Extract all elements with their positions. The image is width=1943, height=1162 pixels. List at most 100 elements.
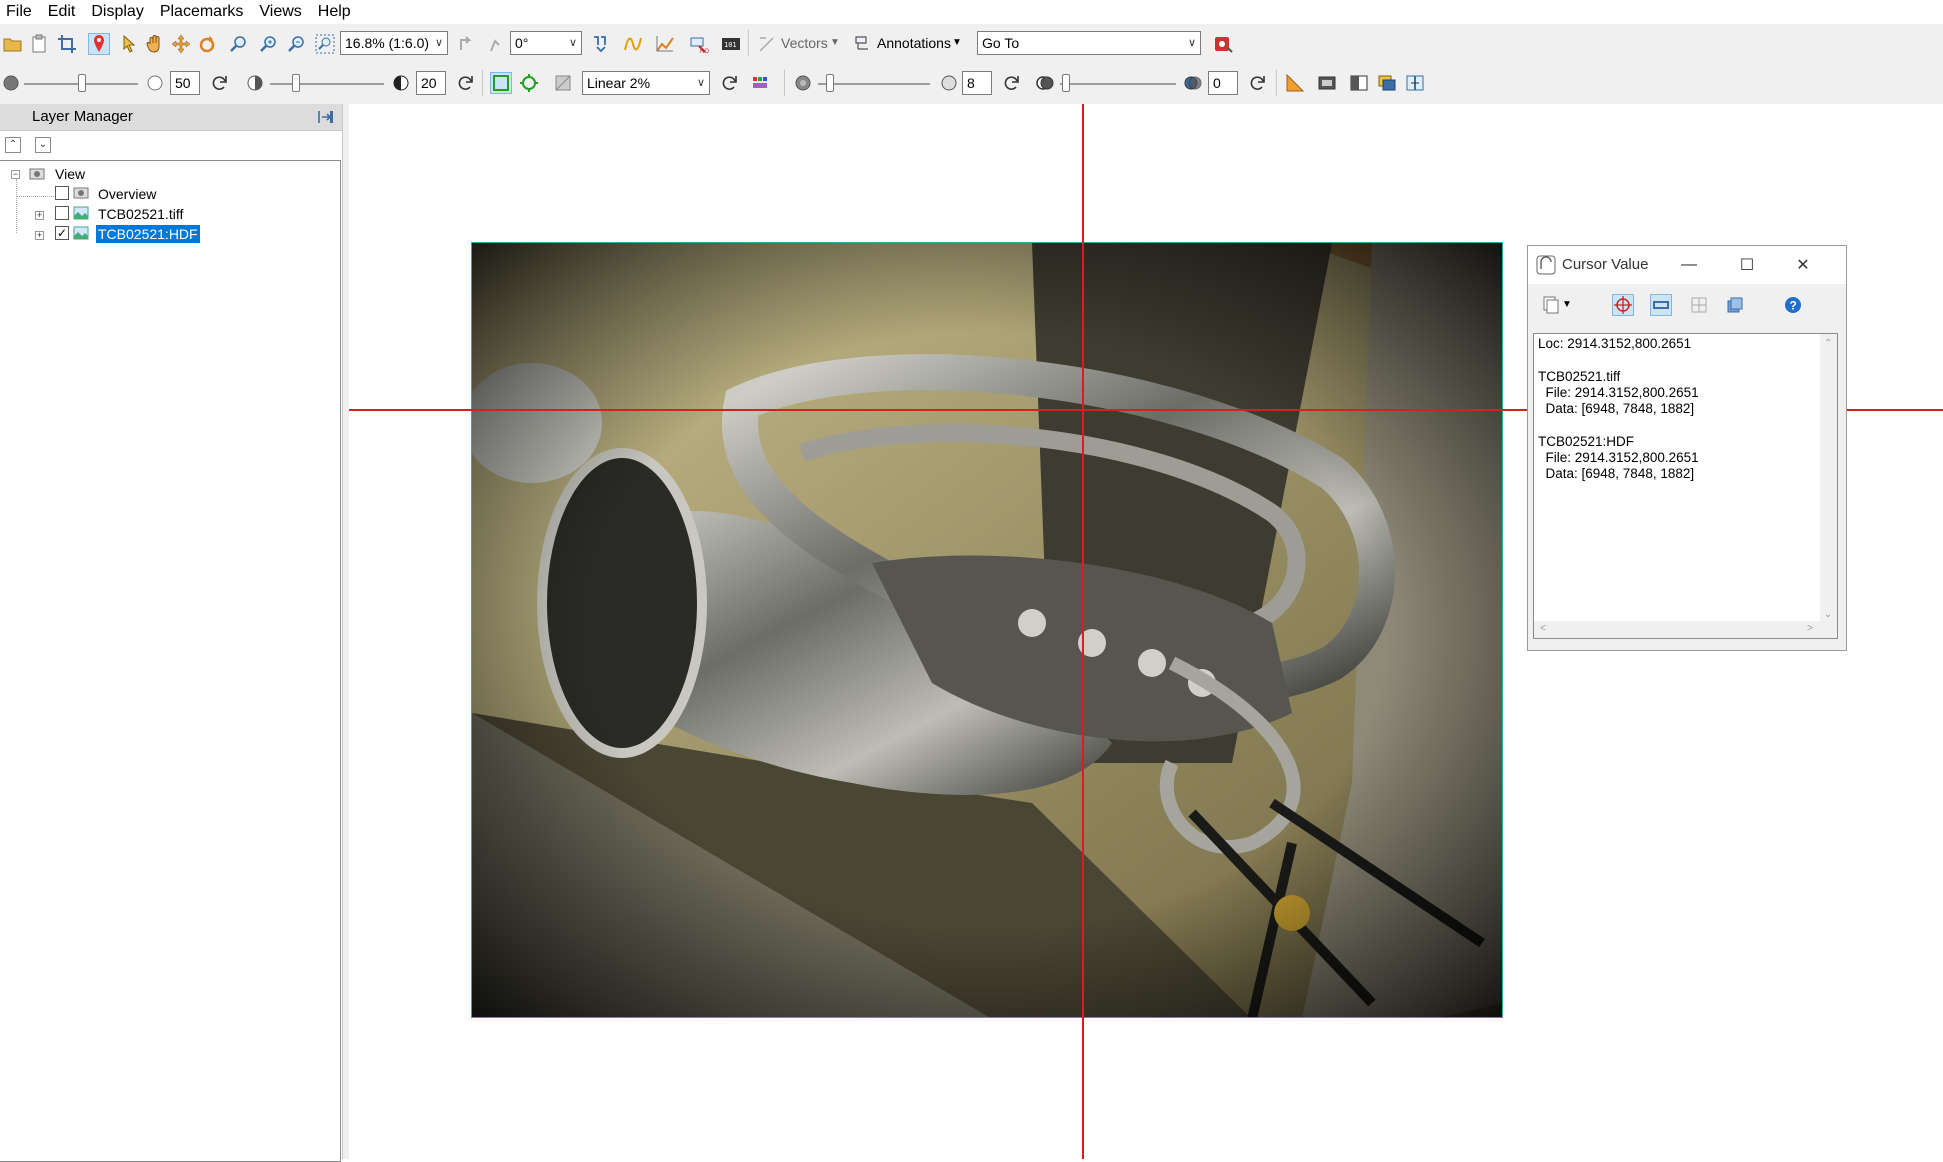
pin-icon[interactable]: [316, 107, 336, 127]
tiff-checkbox[interactable]: [55, 206, 69, 220]
svg-text:?: ?: [1790, 299, 1797, 313]
menu-views[interactable]: Views: [251, 0, 309, 24]
zoom-extent-icon[interactable]: [314, 33, 336, 55]
cursor-value-titlebar[interactable]: Cursor Value — ☐ ✕: [1528, 246, 1846, 284]
copy-icon[interactable]: [1540, 294, 1562, 316]
cursor-value-text[interactable]: Loc: 2914.3152,800.2651 TCB02521.tiff Fi…: [1533, 333, 1838, 639]
contrast-value[interactable]: 20: [416, 71, 446, 95]
cursor-value-icon[interactable]: [590, 33, 612, 55]
reset-transparency-icon[interactable]: [1246, 72, 1268, 94]
zoom-out-icon[interactable]: [286, 33, 308, 55]
layers-icon[interactable]: [1724, 294, 1746, 316]
maximize-icon[interactable]: ☐: [1724, 246, 1770, 284]
expand-all-icon[interactable]: ⌄: [35, 137, 51, 153]
view-extent-stretch-icon[interactable]: [518, 72, 540, 94]
rotation-select[interactable]: 0° ∨: [510, 31, 582, 55]
menu-placemarks[interactable]: Placemarks: [152, 0, 252, 24]
menu-help[interactable]: Help: [310, 0, 359, 24]
move-icon[interactable]: [170, 33, 192, 55]
layer-overview[interactable]: Overview: [96, 185, 158, 203]
pan-hand-icon[interactable]: [144, 33, 166, 55]
contrast-slider[interactable]: [270, 83, 384, 85]
layer-tiff[interactable]: TCB02521.tiff: [96, 205, 185, 223]
collapse-all-icon[interactable]: ⌃: [5, 137, 21, 153]
toolbar-separator: [482, 70, 483, 96]
scroll-left-icon[interactable]: <: [1540, 623, 1546, 634]
clipboard-icon[interactable]: [28, 33, 50, 55]
help-icon[interactable]: ?: [1782, 294, 1804, 316]
tree-root-view[interactable]: View: [53, 165, 87, 183]
enhancement-toolbar: 50 20 Linear 2% ∨ 8 0: [0, 62, 1943, 104]
brightness-slider-thumb[interactable]: [78, 74, 86, 92]
goto-select[interactable]: Go To ∨: [977, 31, 1201, 55]
menu-display[interactable]: Display: [83, 0, 151, 24]
stretch-select[interactable]: Linear 2% ∨: [582, 71, 710, 95]
rotate-right-icon[interactable]: [484, 33, 506, 55]
stretch-type-icon[interactable]: [552, 72, 574, 94]
scroll-right-icon[interactable]: >: [1807, 623, 1813, 634]
cursor-value-line: Data: [6948, 7848, 1882]: [1538, 466, 1695, 482]
transparency-slider-thumb[interactable]: [1062, 74, 1070, 92]
scroll-up-icon[interactable]: ⌃: [1824, 338, 1832, 349]
reset-stretch-icon[interactable]: [718, 72, 740, 94]
scroll-down-icon[interactable]: ⌄: [1824, 609, 1832, 620]
vertical-scrollbar[interactable]: ⌃ ⌄: [1820, 334, 1837, 622]
reset-sharpen-icon[interactable]: [1000, 72, 1022, 94]
reset-brightness-icon[interactable]: [208, 72, 230, 94]
crosshair-icon[interactable]: [1612, 294, 1634, 316]
portal-icon[interactable]: [1284, 72, 1306, 94]
vectors-menu[interactable]: Vectors: [781, 32, 828, 54]
brightness-value[interactable]: 50: [170, 71, 200, 95]
cursor-value-line: Loc: 2914.3152,800.2651: [1538, 336, 1692, 351]
rotate-icon[interactable]: [196, 33, 218, 55]
horizontal-scrollbar[interactable]: < >: [1534, 621, 1837, 638]
full-extent-stretch-icon[interactable]: [490, 72, 512, 94]
zoom-icon[interactable]: [228, 33, 250, 55]
collapse-view-toggle[interactable]: −: [11, 170, 20, 179]
placemark-pin-icon[interactable]: [88, 33, 110, 55]
layer-hdf[interactable]: TCB02521:HDF: [95, 224, 201, 244]
annotations-icon[interactable]: [852, 33, 874, 55]
select-arrow-icon[interactable]: [118, 33, 140, 55]
annotations-menu[interactable]: Annotations: [877, 32, 951, 54]
vectors-icon[interactable]: [756, 33, 778, 55]
grid-icon[interactable]: [1688, 294, 1710, 316]
flicker-icon[interactable]: [1376, 72, 1398, 94]
link-icon[interactable]: [1650, 294, 1672, 316]
transparency-value[interactable]: 0: [1208, 71, 1238, 95]
open-folder-icon[interactable]: [2, 33, 24, 55]
swipe-icon[interactable]: [1404, 72, 1426, 94]
expand-tiff-toggle[interactable]: +: [35, 211, 44, 220]
spectral-profile-icon[interactable]: [622, 33, 644, 55]
panel-splitter[interactable]: [342, 104, 349, 1159]
raster-layer-icon: [73, 205, 89, 221]
line-profile-icon[interactable]: [654, 33, 676, 55]
sharpen-value[interactable]: 8: [962, 71, 992, 95]
crop-icon[interactable]: [56, 33, 78, 55]
sharpen-slider[interactable]: [818, 83, 930, 85]
color-table-icon[interactable]: [750, 72, 772, 94]
minimize-icon[interactable]: —: [1666, 246, 1712, 284]
blend-icon[interactable]: [1348, 72, 1370, 94]
zoom-select[interactable]: 16.8% (1:6.0) ∨: [340, 31, 448, 55]
dem-icon[interactable]: 101: [720, 33, 742, 55]
chevron-down-icon[interactable]: ▼: [1562, 294, 1572, 316]
sharpen-slider-thumb[interactable]: [826, 74, 834, 92]
contrast-slider-thumb[interactable]: [292, 74, 300, 92]
image-frame-icon[interactable]: [1316, 72, 1338, 94]
menu-file[interactable]: File: [0, 0, 40, 24]
hdf-checkbox[interactable]: ✓: [55, 226, 69, 240]
crosshair-vertical: [1082, 104, 1084, 1159]
overview-checkbox[interactable]: [55, 186, 69, 200]
expand-hdf-toggle[interactable]: +: [35, 231, 44, 240]
cursor-value-line: [1538, 352, 1699, 368]
menu-edit[interactable]: Edit: [40, 0, 84, 24]
close-icon[interactable]: ✕: [1780, 246, 1826, 284]
rotate-left-icon[interactable]: [456, 33, 478, 55]
roi-icon[interactable]: ROI: [688, 33, 710, 55]
contrast-high-icon: [390, 72, 412, 94]
transparency-slider[interactable]: [1060, 83, 1176, 85]
zoom-in-icon[interactable]: [258, 33, 280, 55]
reset-contrast-icon[interactable]: [454, 72, 476, 94]
goto-execute-icon[interactable]: [1212, 33, 1234, 55]
